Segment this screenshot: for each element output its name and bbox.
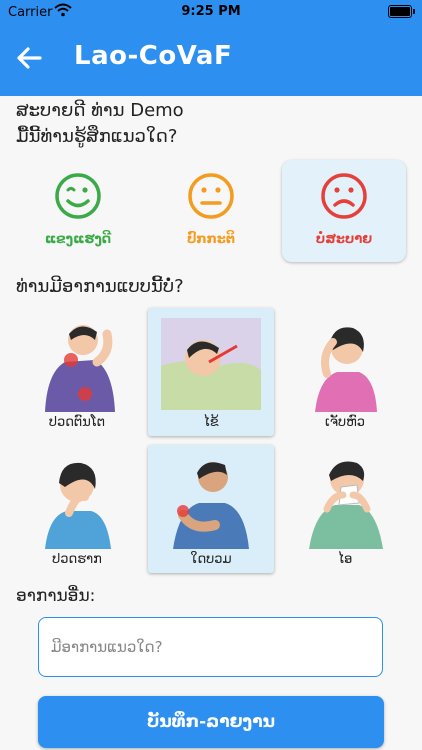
symptom-label: ໄຂ້ [203,415,219,430]
symptom-fever[interactable]: ໄຂ້ [148,308,274,436]
battery-icon [388,5,415,18]
neutral-face-icon [188,173,234,219]
nausea-icon [45,462,111,549]
submit-report-button[interactable]: ບັນທຶກ-ລາຍງານ [38,696,384,748]
symptom-label: ເຈັບຫົວ [324,415,366,430]
symptom-question: ທ່ານມີອາການແບບນີ້ບໍ່? [16,276,184,297]
mood-normal-button[interactable]: ປົກກະຕິ [149,160,273,262]
mood-label: ບໍ່ສະບາຍ [315,232,373,247]
symptom-nausea[interactable]: ປວດຮາກ [14,445,140,573]
status-time: 9:25 PM [181,4,241,19]
body-ache-icon [45,325,115,412]
app-header: Carrier 9:25 PM Lao-CoVaF [0,0,422,96]
symptom-label: ປວດຮາກ [52,552,102,567]
mood-well-button[interactable]: ແຂງແຮງດີ [16,160,140,262]
greeting-text: ສະບາຍດີ ທ່ານ Demo [16,100,184,121]
page-title: Lao-CoVaF [74,41,233,71]
mood-unwell-button[interactable]: ບໍ່ສະບາຍ [282,160,406,262]
symptom-swelling[interactable]: ໃດບວມ [148,445,274,573]
wink-smile-icon [55,173,101,219]
symptom-headache[interactable]: ເຈັບຫົວ [282,308,408,436]
headache-icon [315,327,377,412]
other-symptoms-label: ອາການອື່ນ: [16,586,96,606]
symptom-body-ache[interactable]: ປວດຕົນໂຕ [14,308,140,436]
cough-icon [309,461,383,549]
symptom-label: ໃດບວມ [190,552,232,567]
fever-icon [161,318,261,410]
symptom-label: ປວດຕົນໂຕ [48,415,106,430]
sad-face-icon [321,173,367,219]
symptom-cough[interactable]: ໄອ [282,445,408,573]
mood-question: ມື້ນີ້ທ່ານຮູ້ສຶກແນວໃດ? [16,126,178,147]
back-arrow-icon[interactable] [14,43,44,73]
swelling-icon [173,462,249,549]
symptom-label: ໄອ [337,552,353,567]
status-bar: Carrier 9:25 PM [0,0,422,26]
other-symptoms-input[interactable] [38,617,383,677]
mood-label: ແຂງແຮງດີ [44,232,112,247]
mood-label: ປົກກະຕິ [186,232,236,247]
